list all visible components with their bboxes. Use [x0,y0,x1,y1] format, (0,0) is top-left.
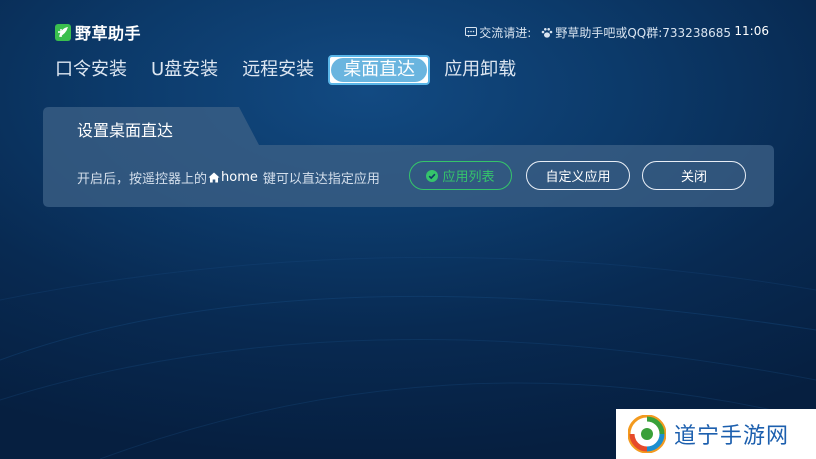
tab-desktop-direct-label: 桌面直达 [331,58,428,82]
contact-info: 交流请进: 野草助手吧或QQ群:733238685 [465,24,731,41]
chat-icon [465,27,478,38]
top-bar: 野草助手 交流请进: 野草助手吧或QQ群:733238685 11:06 [0,0,816,60]
desktop-direct-panel: 设置桌面直达 开启后，按遥控器上的 home 键可以直达指定应用 应用列表 自定… [43,107,774,207]
desc-before: 开启后，按遥控器上的 [77,172,208,187]
swirl-logo-icon [628,415,666,453]
tab-bar: 口令安装 U盘安装 远程安装 桌面直达 应用卸载 [45,55,530,87]
desc-home-key: home [221,170,258,185]
watermark: 道宁手游网 [616,409,816,459]
contact-label: 交流请进: [479,26,532,40]
contact-value: 野草助手吧或QQ群:733238685 [555,26,731,40]
paw-icon [542,27,553,38]
tab-usb-install[interactable]: U盘安装 [141,55,228,85]
tab-desktop-direct[interactable]: 桌面直达 [328,55,431,85]
app-list-button[interactable]: 应用列表 [409,161,512,190]
app-name: 野草助手 [75,24,142,43]
clock: 11:06 [734,24,769,38]
tab-command-install[interactable]: 口令安装 [45,55,137,85]
leaf-logo-icon [55,23,71,41]
custom-app-button[interactable]: 自定义应用 [526,161,630,190]
tab-app-uninstall[interactable]: 应用卸载 [434,55,526,85]
check-circle-icon [426,169,439,182]
tab-remote-install[interactable]: 远程安装 [232,55,324,85]
close-button[interactable]: 关闭 [642,161,746,190]
panel-title: 设置桌面直达 [77,121,174,140]
app-list-label: 应用列表 [442,170,495,185]
desc-after: 键可以直达指定应用 [262,172,380,187]
panel-description: 开启后，按遥控器上的 home 键可以直达指定应用 [77,168,380,187]
brand: 野草助手 [55,20,141,44]
home-icon [208,172,220,183]
watermark-text: 道宁手游网 [674,424,790,449]
